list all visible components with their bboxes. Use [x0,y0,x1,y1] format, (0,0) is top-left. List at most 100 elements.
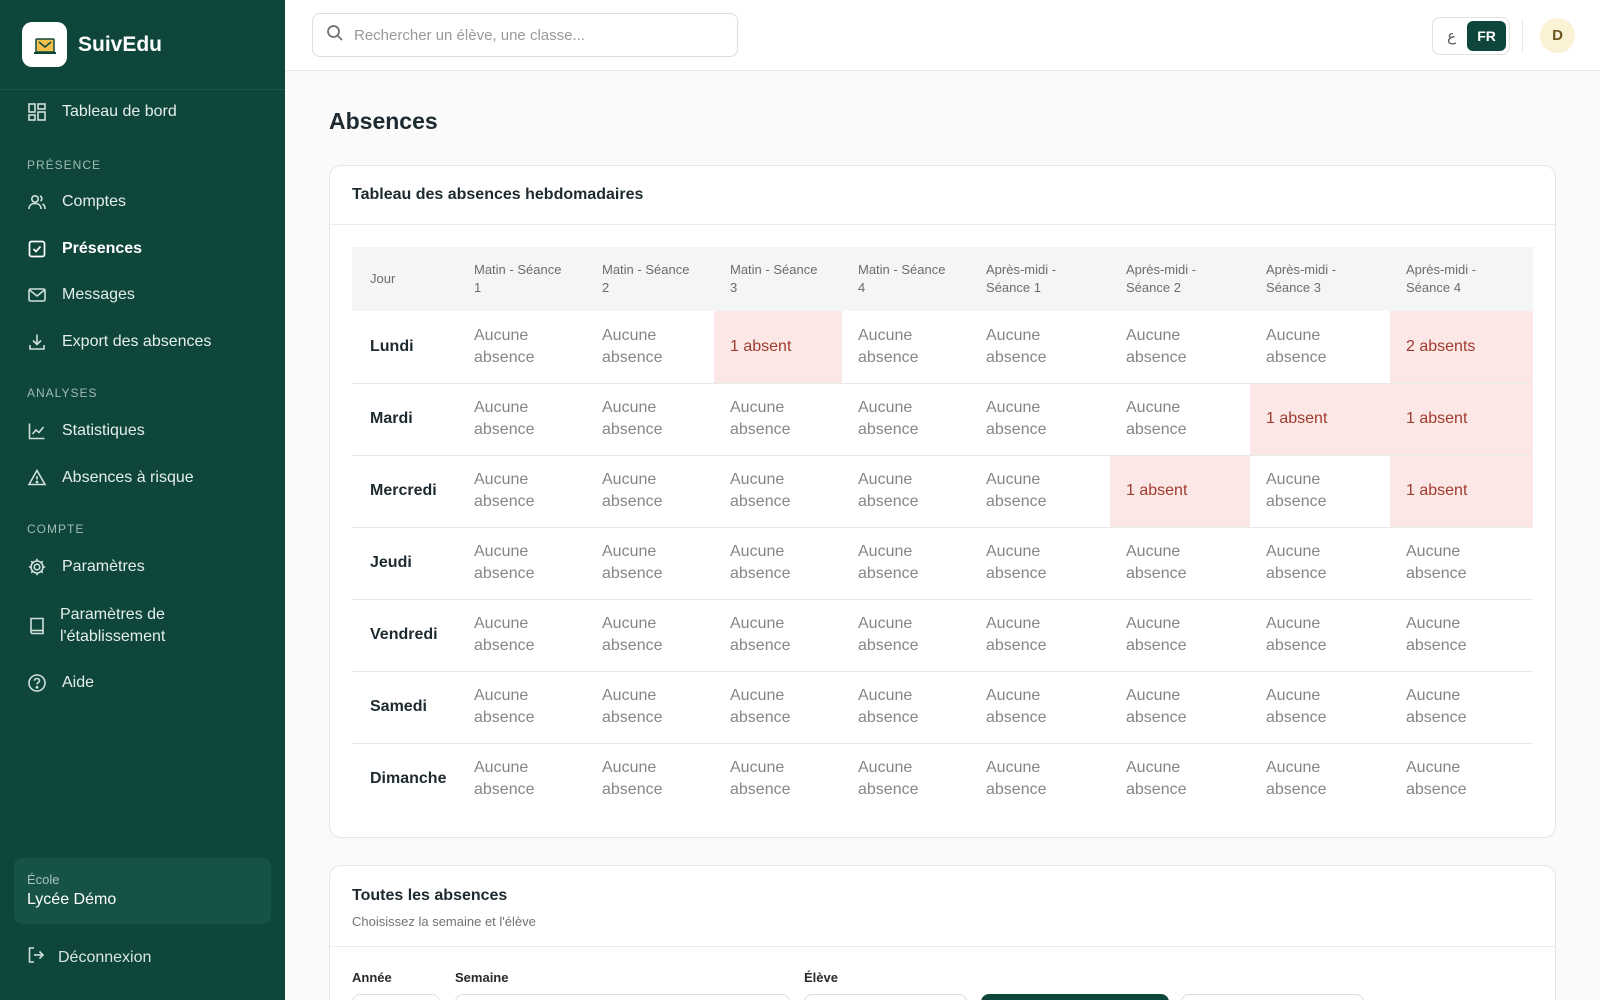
day-cell: Mercredi [352,454,458,527]
school-settings-line-2: l'établissement [60,628,166,645]
session-cell: Aucune absence [1250,526,1390,599]
session-cell: Aucune absence [970,526,1110,599]
session-cell: Aucune absence [1250,742,1390,815]
session-cell: Aucune absence [1250,454,1390,527]
sidebar-item-settings[interactable]: Paramètres [26,555,145,579]
session-cell: Aucune absence [586,382,714,455]
sidebar-item-label: Export des absences [62,333,212,350]
sidebar-item-attendance[interactable]: Présences [26,237,142,261]
session-cell: Aucune absence [1110,382,1250,455]
sidebar-item-school-settings[interactable]: Paramètres de l'établissement [26,603,165,649]
page-title: Absences [329,108,438,134]
check-square-icon [26,238,48,260]
column-header-session: Matin - Séance 2 [586,247,714,311]
session-cell: Aucune absence [458,454,586,527]
sidebar-item-risk[interactable]: Absences à risque [26,466,194,490]
filter-label-week: Semaine [455,970,509,985]
filter-label-year: Année [352,970,392,985]
session-cell: Aucune absence [714,598,842,671]
table-header-row: Jour Matin - Séance 1 Matin - Séance 2 Mati… [352,247,1533,311]
absence-cell[interactable]: 1 absent [1250,382,1390,455]
session-cell: Aucune absence [842,598,970,671]
brand: SuivEdu [0,0,285,90]
secondary-filter-button[interactable] [1181,994,1364,1000]
day-cell: Vendredi [352,598,458,671]
absence-cell[interactable]: 1 absent [1390,382,1533,455]
sidebar-item-help[interactable]: Aide [26,671,94,695]
session-cell: Aucune absence [1250,670,1390,743]
session-cell: Aucune absence [586,742,714,815]
session-cell: Aucune absence [1266,326,1327,366]
apply-filter-button[interactable] [981,994,1169,1000]
session-cell: Aucune absence [970,742,1110,815]
session-cell: Aucune absence [714,382,842,455]
school-name: Lycée Démo [27,891,117,908]
session-cell: Aucune absence [842,670,970,743]
topbar-divider [1522,20,1523,52]
session-cell: Aucune absence [714,742,842,815]
session-cell: Aucune absence [586,454,714,527]
session-cell: Aucune absence [1390,742,1533,815]
sidebar-item-label: Comptes [62,193,127,210]
session-cell: Aucune absence [1250,598,1390,671]
session-cell: Aucune absence [970,454,1110,527]
session-cell: Aucune absence [1390,598,1533,671]
lang-option-ar[interactable]: ع [1436,21,1467,51]
absence-cell[interactable]: 1 absent [1390,454,1533,527]
sidebar-item-label: Aide [62,674,95,691]
search-icon [326,24,344,47]
weekly-absences-table: Jour Matin - Séance 1 Matin - Séance 2 Mati… [352,247,1533,815]
sidebar-item-export[interactable]: Export des absences [26,330,211,354]
session-cell: Aucune absence [458,598,586,671]
line-chart-icon [26,420,48,442]
grid-icon [26,101,48,123]
student-select[interactable] [804,994,967,1000]
all-absences-title: Toutes les absences [352,887,508,904]
lang-option-fr[interactable]: FR [1467,21,1506,51]
brand-logo-icon [22,22,67,67]
column-header-session: Matin - Séance 4 [842,247,970,311]
session-cell: Aucune absence [458,742,586,815]
all-absences-subtitle: Choisissez la semaine et l'élève [352,914,536,929]
session-cell: Aucune absence [458,526,586,599]
session-cell: Aucune absence [842,382,970,455]
absence-cell[interactable]: 1 absent [714,311,842,383]
session-cell: Aucune absence [714,526,842,599]
absence-cell[interactable]: 2 absents [1390,311,1533,383]
search-input[interactable] [354,26,714,44]
school-caption: École [27,872,60,887]
day-cell: Lundi [370,337,414,355]
session-cell: Aucune absence [458,670,586,743]
table-row: Samedi Aucune absence Aucune absence Aucune… [352,670,1533,743]
session-cell: Aucune absence [474,326,535,366]
brand-name: SuivEdu [78,32,163,56]
column-header-session: Après-midi - Séance 2 [1110,247,1250,311]
table-row: Jeudi Aucune absence Aucune absence Aucune … [352,526,1533,599]
book-icon [26,615,48,637]
users-icon [26,191,48,213]
school-card: École Lycée Démo [14,858,271,924]
sidebar-item-label: Paramètres de l'établissement [60,604,165,648]
column-header-day: Jour [352,247,458,311]
section-label-account: COMPTE [27,522,85,536]
sidebar-item-statistics[interactable]: Statistiques [26,419,145,443]
sidebar-item-accounts[interactable]: Comptes [26,190,126,214]
week-select[interactable] [455,994,790,1000]
year-select[interactable] [352,994,440,1000]
logout-label: Déconnexion [58,948,152,966]
sidebar-item-messages[interactable]: Messages [26,283,135,307]
search-box[interactable] [312,13,738,57]
avatar[interactable]: D [1540,18,1575,53]
session-cell: Aucune absence [1390,526,1533,599]
day-cell: Samedi [352,670,458,743]
session-cell: Aucune absence [842,526,970,599]
language-switch: ع FR [1432,17,1510,55]
table-row: Lundi Aucune absence Aucune absence 1 absen… [352,311,1533,383]
sidebar-item-dashboard[interactable]: Tableau de bord [26,100,177,124]
sidebar-item-label: Tableau de bord [62,103,177,120]
logout-button[interactable]: Déconnexion [26,945,151,970]
absence-cell[interactable]: 1 absent [1110,454,1250,527]
session-cell: Aucune absence [1390,670,1533,743]
sidebar: SuivEdu Tableau de bord PRÉSENCE Comptes… [0,0,285,1000]
session-cell: Aucune absence [970,670,1110,743]
